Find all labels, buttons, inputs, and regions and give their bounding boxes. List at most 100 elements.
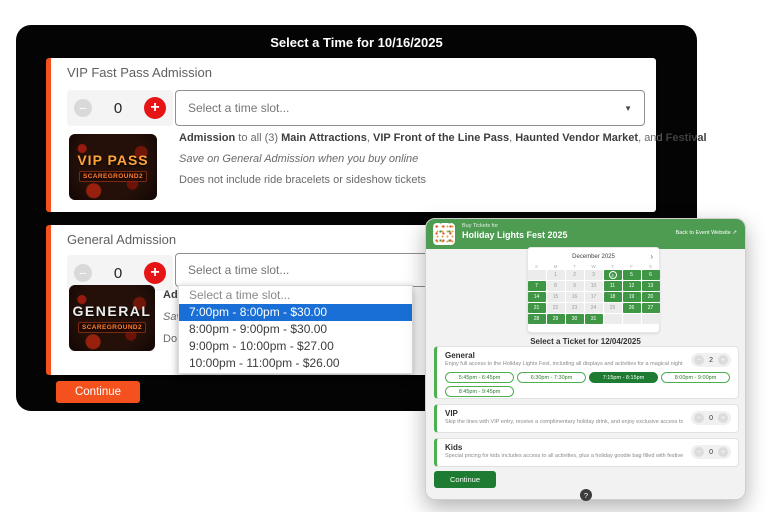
calendar-day[interactable]: 26 — [623, 303, 641, 313]
minus-icon[interactable]: − — [694, 413, 704, 423]
weekday-label: T — [604, 263, 622, 270]
calendar-day[interactable]: 30 — [566, 314, 584, 324]
time-slot-option[interactable]: Select a time slot... — [179, 287, 412, 304]
minus-icon[interactable]: − — [74, 99, 92, 117]
general-quantity-stepper: − 2 + — [691, 353, 731, 367]
time-slot-pill[interactable]: 5:45pm - 6:45pm — [445, 372, 514, 383]
description-segment: Admission — [179, 132, 235, 144]
calendar-day[interactable]: 7 — [528, 281, 546, 291]
ticket-description: Skip the lines with VIP entry, receive a… — [445, 419, 683, 425]
time-slot-option[interactable]: 9:00pm - 10:00pm - $27.00 — [179, 338, 412, 355]
general-ticket-name: General Admission — [67, 232, 176, 247]
time-slot-option[interactable]: 10:00pm - 11:00pm - $26.00 — [179, 355, 412, 372]
external-link-icon: ↗ — [732, 230, 737, 236]
vip-ticket-name: VIP Fast Pass Admission — [67, 65, 212, 80]
calendar-day: 24 — [585, 303, 603, 313]
vip-quantity-stepper: − 0 + — [67, 90, 173, 126]
event-title: Holiday Lights Fest 2025 — [462, 230, 568, 240]
ticket-description: Enjoy full access to the Holiday Lights … — [445, 361, 683, 367]
calendar-day-grid: 1234567891011121314151617181920212223242… — [528, 270, 659, 324]
plus-icon[interactable]: + — [718, 355, 728, 365]
calendar: December 2025 › SMTWTFS 1234567891011121… — [527, 247, 660, 333]
widget-header: Buy Tickets for Holiday Lights Fest 2025… — [426, 219, 745, 249]
back-to-event-website-link[interactable]: Back to Event Website ↗ — [676, 230, 737, 236]
calendar-day[interactable]: 11 — [604, 281, 622, 291]
ticket-name: General — [445, 351, 475, 360]
ticket-card-kids: Kids Special pricing for kids includes a… — [434, 438, 739, 467]
vip-select-placeholder: Select a time slot... — [188, 101, 289, 115]
vip-description-line1: Admission to all (3) Main Attractions, V… — [179, 132, 707, 144]
calendar-day-selected[interactable]: 4 — [604, 270, 622, 280]
weekday-label: S — [528, 263, 546, 270]
calendar-day[interactable]: 28 — [528, 314, 546, 324]
ticket-card-general: General Enjoy full access to the Holiday… — [434, 346, 739, 399]
calendar-day-empty — [604, 314, 622, 324]
vip-time-slot-select[interactable]: Select a time slot... ▼ — [175, 90, 645, 126]
kids-quantity-stepper: − 0 + — [691, 445, 731, 459]
calendar-day[interactable]: 5 — [623, 270, 641, 280]
minus-icon[interactable]: − — [74, 264, 92, 282]
description-segment: VIP Front of the Line Pass — [373, 132, 509, 144]
description-segment: Festival — [666, 132, 707, 144]
calendar-day[interactable]: 12 — [623, 281, 641, 291]
description-segment: Haunted Vendor Market — [515, 132, 638, 144]
calendar-day: 9 — [566, 281, 584, 291]
vip-quantity-stepper: − 0 + — [691, 411, 731, 425]
calendar-day: 23 — [566, 303, 584, 313]
calendar-day[interactable]: 27 — [642, 303, 660, 313]
calendar-day[interactable]: 21 — [528, 303, 546, 313]
scareground-logo: SCAREGROUND2 — [78, 322, 146, 333]
description-segment: , and — [638, 132, 666, 144]
description-segment: to all (3) — [235, 132, 281, 144]
time-slot-pills: 5:45pm - 6:45pm6:30pm - 7:30pm7:15pm - 8… — [445, 372, 737, 397]
calendar-day-empty — [528, 270, 546, 280]
time-slot-option[interactable]: 7:00pm - 8:00pm - $30.00 — [179, 304, 412, 321]
calendar-day: 15 — [547, 292, 565, 302]
time-slot-pill-selected[interactable]: 7:15pm - 8:15pm — [589, 372, 658, 383]
plus-icon[interactable]: + — [718, 447, 728, 457]
calendar-day[interactable]: 20 — [642, 292, 660, 302]
general-image-title: GENERAL — [73, 303, 152, 319]
plus-icon[interactable]: + — [144, 97, 166, 119]
continue-button[interactable]: Continue — [434, 471, 496, 488]
vip-description-line2: Save on General Admission when you buy o… — [179, 153, 418, 165]
continue-button[interactable]: Continue — [56, 381, 140, 403]
chevron-down-icon: ▼ — [624, 104, 632, 113]
vip-quantity-value: 0 — [709, 415, 713, 422]
weekday-label: F — [623, 263, 641, 270]
plus-icon[interactable]: + — [718, 413, 728, 423]
time-slot-pill[interactable]: 6:30pm - 7:30pm — [517, 372, 586, 383]
plus-icon[interactable]: + — [144, 262, 166, 284]
calendar-day[interactable]: 13 — [642, 281, 660, 291]
help-icon[interactable]: ? — [580, 489, 592, 501]
time-slot-pill[interactable]: 8:00pm - 9:00pm — [661, 372, 730, 383]
calendar-day[interactable]: 19 — [623, 292, 641, 302]
vip-image-title: VIP PASS — [77, 152, 148, 168]
calendar-day[interactable]: 6 — [642, 270, 660, 280]
weekday-label: W — [585, 263, 603, 270]
weekday-label: T — [566, 263, 584, 270]
calendar-weekday-row: SMTWTFS — [528, 263, 659, 270]
general-quantity-value: 2 — [709, 357, 713, 364]
kids-quantity-value: 0 — [709, 449, 713, 456]
time-slot-option[interactable]: 8:00pm - 9:00pm - $30.00 — [179, 321, 412, 338]
event-logo — [433, 223, 455, 245]
calendar-day[interactable]: 14 — [528, 292, 546, 302]
holiday-lights-widget: Buy Tickets for Holiday Lights Fest 2025… — [425, 218, 746, 500]
general-pass-image: GENERAL SCAREGROUND2 — [69, 285, 155, 351]
calendar-day-empty — [642, 314, 660, 324]
vip-pass-image: VIP PASS SCAREGROUND2 — [69, 134, 157, 200]
minus-icon[interactable]: − — [694, 447, 704, 457]
select-ticket-title: Select a Ticket for 12/04/2025 — [426, 337, 745, 346]
vip-ticket-card: VIP Fast Pass Admission − 0 + Select a t… — [46, 58, 656, 212]
modal-title: Select a Time for 10/16/2025 — [16, 35, 697, 50]
calendar-day[interactable]: 18 — [604, 292, 622, 302]
scareground-logo: SCAREGROUND2 — [79, 171, 147, 182]
time-slot-pill[interactable]: 8:45pm - 9:45pm — [445, 386, 514, 397]
calendar-day[interactable]: 31 — [585, 314, 603, 324]
next-month-icon[interactable]: › — [650, 251, 653, 263]
calendar-day-empty — [623, 314, 641, 324]
minus-icon[interactable]: − — [694, 355, 704, 365]
ticket-description: Special pricing for kids includes access… — [445, 453, 683, 459]
calendar-day[interactable]: 29 — [547, 314, 565, 324]
